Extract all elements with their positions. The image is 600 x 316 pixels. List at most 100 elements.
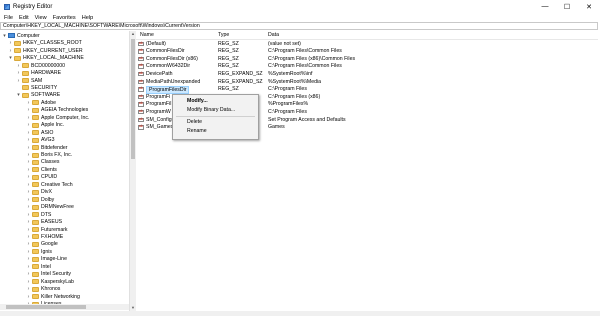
expand-icon[interactable]: ›	[26, 227, 31, 233]
expand-icon[interactable]: ›	[26, 271, 31, 277]
expand-icon[interactable]: ›	[26, 137, 31, 143]
tree-item-label: HKEY_CLASSES_ROOT	[23, 40, 82, 47]
expand-icon[interactable]: ›	[26, 286, 31, 292]
tree-item-label: HARDWARE	[31, 70, 62, 77]
value-row[interactable]: CommonFilesDir (x86) REG_SZ C:\Program Fil…	[136, 55, 598, 63]
folder-icon	[32, 107, 39, 113]
expand-icon[interactable]: ›	[26, 234, 31, 240]
folder-icon	[32, 159, 39, 165]
value-data: %ProgramFiles%	[268, 101, 309, 108]
value-data: C:\Program Files\Common Files	[268, 48, 342, 55]
column-name[interactable]: Name	[140, 32, 154, 38]
expand-icon[interactable]: ›	[26, 107, 31, 113]
value-data: %SystemRoot%\inf	[268, 70, 313, 77]
string-value-icon	[138, 41, 144, 46]
tree-vertical-scrollbar[interactable]: ▲ ▼	[129, 31, 136, 311]
string-value-icon	[138, 56, 144, 62]
string-value-icon	[138, 101, 144, 107]
expand-icon[interactable]: ›	[26, 189, 31, 195]
tree-horizontal-scrollbar[interactable]	[0, 304, 129, 310]
value-row[interactable]: CommonW6432Dir REG_SZ C:\Program Files\Com…	[136, 63, 598, 71]
tree-item-label: Dolby	[41, 196, 55, 203]
tree-item-label: SECURITY	[31, 84, 58, 91]
folder-icon	[22, 92, 29, 98]
expand-icon[interactable]: ›	[26, 264, 31, 270]
folder-icon	[32, 256, 39, 262]
minimize-button[interactable]: —	[534, 0, 556, 13]
value-row[interactable]: DevicePath REG_EXPAND_SZ %SystemRoot%\inf	[136, 70, 598, 78]
menu-edit[interactable]: Edit	[19, 15, 29, 21]
expand-icon[interactable]: ›	[26, 167, 31, 173]
expand-icon[interactable]: ›	[26, 174, 31, 180]
tree-item-label: EASEUS	[41, 219, 63, 226]
scroll-thumb[interactable]	[131, 39, 135, 159]
context-modify-binary[interactable]: Modify Binary Data...	[187, 107, 235, 113]
folder-icon	[32, 204, 39, 210]
expand-icon[interactable]: ›	[8, 40, 13, 46]
expand-icon[interactable]: ›	[26, 115, 31, 121]
tree-item-label: KasperskyLab	[41, 278, 74, 285]
scroll-thumb[interactable]	[6, 305, 86, 309]
expand-icon[interactable]: ›	[26, 152, 31, 158]
expand-icon[interactable]: ›	[8, 48, 13, 54]
value-name: ProgramFi	[146, 93, 171, 100]
expand-icon[interactable]: ›	[16, 63, 21, 69]
expand-icon[interactable]: ›	[26, 219, 31, 225]
column-data[interactable]: Data	[268, 32, 279, 38]
expand-icon[interactable]: ›	[26, 130, 31, 136]
value-name: (Default)	[146, 40, 166, 47]
expand-icon[interactable]: ›	[26, 279, 31, 285]
value-row[interactable]: CommonFilesDir REG_SZ C:\Program Files\Com…	[136, 48, 598, 56]
window-title: Registry Editor	[13, 3, 53, 10]
address-bar[interactable]: Computer\HKEY_LOCAL_MACHINE\SOFTWARE\Mic…	[0, 22, 598, 30]
folder-icon	[22, 85, 29, 91]
expand-icon[interactable]: ›	[26, 197, 31, 203]
collapse-icon[interactable]: ▾	[2, 33, 7, 39]
expand-icon[interactable]: ›	[26, 122, 31, 128]
folder-icon	[32, 174, 39, 180]
tree-item-label: Google	[41, 241, 58, 248]
folder-icon	[32, 100, 39, 106]
context-delete[interactable]: Delete	[187, 119, 202, 125]
title-bar: Registry Editor — ☐ ✕	[0, 0, 600, 13]
expand-icon[interactable]: ›	[26, 100, 31, 106]
expand-icon[interactable]: ›	[26, 294, 31, 300]
expand-icon[interactable]: ›	[26, 182, 31, 188]
column-type[interactable]: Type	[218, 32, 229, 38]
menu-view[interactable]: View	[35, 15, 47, 21]
value-type: REG_SZ	[218, 55, 239, 62]
value-row[interactable]: (Default) REG_SZ (value not set)	[136, 40, 598, 48]
folder-icon	[32, 152, 39, 158]
expand-icon[interactable]: ›	[26, 159, 31, 165]
expand-icon[interactable]: ›	[26, 256, 31, 262]
expand-icon[interactable]: ›	[16, 78, 21, 84]
value-row[interactable]: ProgramFilesDirREG_SZC:\Program Files	[136, 85, 598, 94]
expand-icon[interactable]: ›	[26, 212, 31, 218]
expand-icon[interactable]: ›	[26, 241, 31, 247]
value-data: C:\Program Files\Common Files	[268, 63, 342, 70]
expand-icon[interactable]: ›	[16, 70, 21, 76]
value-type: REG_SZ	[218, 48, 239, 55]
tree-item-label: Creative Tech	[41, 181, 73, 188]
maximize-button[interactable]: ☐	[556, 0, 578, 13]
collapse-icon[interactable]: ▾	[16, 92, 21, 98]
expand-icon[interactable]: ›	[26, 145, 31, 151]
value-data: C:\Program Files (x86)\Common Files	[268, 55, 356, 62]
menu-file[interactable]: File	[4, 15, 13, 21]
close-button[interactable]: ✕	[578, 0, 600, 13]
value-row[interactable]: MediaPathUnexpanded REG_EXPAND_SZ %SystemR…	[136, 78, 598, 86]
tree-item-label: Boris FX, Inc.	[41, 152, 73, 159]
menu-favorites[interactable]: Favorites	[53, 15, 76, 21]
status-bar	[0, 311, 600, 316]
value-name: ProgramW	[146, 108, 171, 115]
collapse-icon[interactable]: ▾	[8, 55, 13, 61]
expand-icon[interactable]: ›	[26, 249, 31, 255]
context-rename[interactable]: Rename	[187, 128, 207, 134]
registry-tree: ▾ Computer › HKEY_CLASSES_ROOT › HKEY_CURRENT…	[0, 31, 136, 311]
context-modify[interactable]: Modify...	[187, 98, 208, 104]
folder-icon	[32, 271, 39, 277]
menu-help[interactable]: Help	[82, 15, 94, 21]
folder-icon	[32, 130, 39, 136]
tree-item-label: ASIO	[41, 129, 54, 136]
expand-icon[interactable]: ›	[26, 204, 31, 210]
